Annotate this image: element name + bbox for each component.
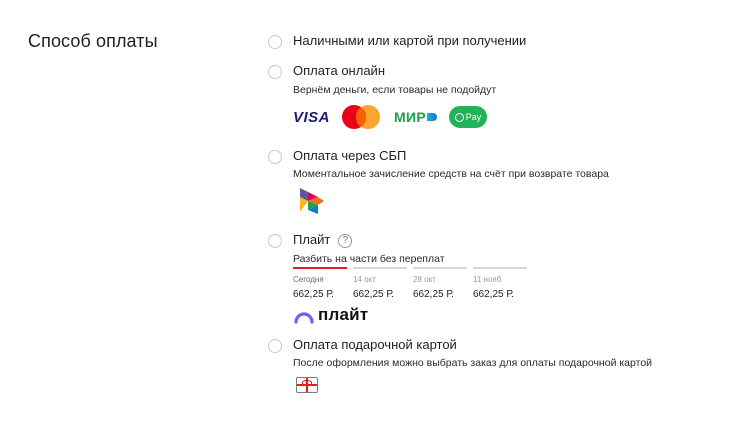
plait-logo-text: плайт <box>318 305 369 324</box>
radio-online[interactable] <box>268 65 282 79</box>
radio-sbp[interactable] <box>268 150 282 164</box>
installment-amount: 662,25 Р. <box>353 289 394 300</box>
mir-logo-text: МИР <box>394 109 426 125</box>
option-sbp-sub: Моментальное зачисление средств на счёт … <box>293 168 609 180</box>
option-online-label: Оплата онлайн <box>293 63 385 78</box>
payment-logos: VISA МИР Pay <box>293 105 487 129</box>
sberpay-logo-text: Pay <box>465 112 482 122</box>
installment-step: 28 окт 662,25 Р. <box>413 267 467 300</box>
plait-arc-icon <box>294 312 314 324</box>
mir-logo: МИР <box>394 109 437 125</box>
installment-step: Сегодня 662,25 Р. <box>293 267 347 300</box>
option-sbp-label: Оплата через СБП <box>293 148 407 163</box>
option-cash-label: Наличными или картой при получении <box>293 33 527 48</box>
installment-date: Сегодня <box>293 275 324 284</box>
installment-date: 14 окт <box>353 275 376 284</box>
sbp-logo <box>300 188 324 214</box>
radio-cash[interactable] <box>268 35 282 49</box>
radio-plait[interactable] <box>268 234 282 248</box>
sberpay-logo: Pay <box>448 106 487 128</box>
mastercard-logo <box>342 105 382 129</box>
installment-amount: 662,25 Р. <box>413 289 454 300</box>
option-gift-sub: После оформления можно выбрать заказ для… <box>293 357 653 369</box>
installment-schedule: Сегодня 662,25 Р. 14 окт 662,25 Р. 28 ок… <box>293 267 527 300</box>
installment-step: 14 окт 662,25 Р. <box>353 267 407 300</box>
installment-date: 28 окт <box>413 275 436 284</box>
gift-card-icon <box>296 377 318 393</box>
option-plait-sub: Разбить на части без переплат <box>293 253 445 265</box>
option-gift-label: Оплата подарочной картой <box>293 337 457 352</box>
visa-logo: VISA <box>293 108 331 126</box>
option-plait-label: Плайт <box>293 232 331 247</box>
radio-gift-card[interactable] <box>268 339 282 353</box>
option-plait-label-row: Плайт? <box>293 232 353 248</box>
installment-amount: 662,25 Р. <box>293 289 334 300</box>
installment-amount: 662,25 Р. <box>473 289 514 300</box>
installment-step: 11 нояб 662,25 Р. <box>473 267 527 300</box>
plait-logo: плайт <box>293 305 368 325</box>
option-online-sub: Вернём деньги, если товары не подойдут <box>293 84 497 96</box>
help-icon[interactable]: ? <box>338 233 353 248</box>
section-title: Способ оплаты <box>28 31 158 51</box>
installment-date: 11 нояб <box>473 275 502 284</box>
